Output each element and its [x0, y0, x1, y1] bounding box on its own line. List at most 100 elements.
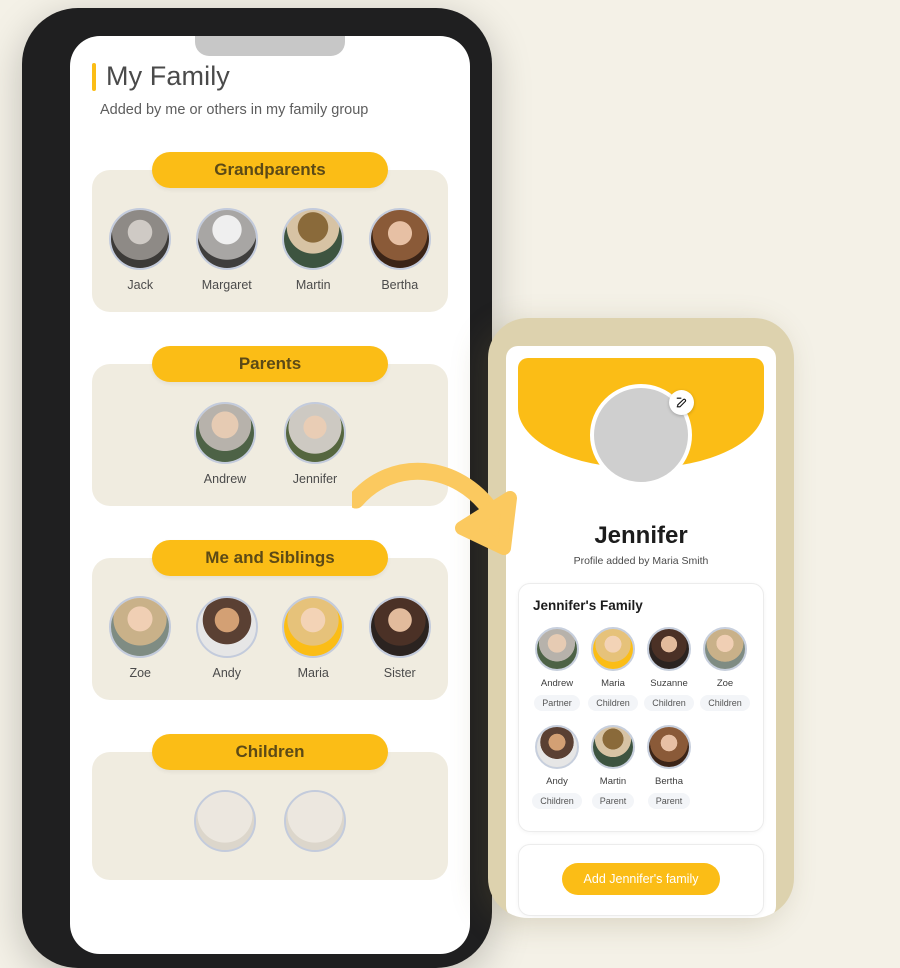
avatar[interactable] [647, 725, 691, 769]
avatar[interactable] [282, 207, 345, 270]
avatar-image [284, 209, 343, 268]
avatar-image [370, 209, 429, 268]
member-name: Andrew [540, 678, 574, 689]
family-member[interactable]: Zoe [106, 595, 175, 680]
family-member[interactable]: Margaret [193, 207, 262, 292]
member-relation-chip: Children [644, 695, 694, 711]
avatar-image [197, 209, 256, 268]
avatar-image [649, 727, 689, 767]
avatar-image [196, 791, 254, 850]
avatar-image [537, 629, 577, 669]
family-member[interactable]: Martin [279, 207, 348, 292]
family-member[interactable]: Andy [193, 595, 262, 680]
avatar[interactable] [195, 595, 258, 658]
member-name: Suzanne [650, 678, 688, 689]
avatar[interactable] [284, 401, 346, 464]
family-member[interactable]: Jack [106, 207, 175, 292]
group-avatars-row [106, 789, 434, 860]
member-relation-chip: Children [700, 695, 750, 711]
member-name: Zoe [716, 678, 734, 689]
family-member[interactable]: Andrew Partner [529, 627, 585, 711]
avatar-image [197, 597, 256, 656]
group-label-pill[interactable]: Children [152, 733, 388, 770]
group-card: Jack Margaret Martin Bertha [92, 169, 448, 312]
family-group: Me and Siblings Zoe Andy Maria Sister [92, 539, 448, 700]
family-member[interactable]: Bertha [366, 207, 435, 292]
avatar[interactable] [703, 627, 747, 671]
member-name: Jack [127, 277, 154, 292]
member-name: Andy [212, 665, 242, 680]
profile-added-by: Profile added by Maria Smith [573, 555, 709, 567]
avatar[interactable] [591, 627, 635, 671]
family-card: Jennifer's Family Andrew Partner Maria Chil… [518, 583, 764, 832]
avatar[interactable] [109, 207, 172, 270]
avatar-image [370, 597, 429, 656]
member-relation-chip: Parent [647, 793, 691, 809]
family-group: Parents Andrew Jennifer [92, 345, 448, 506]
member-relation-chip: Parent [591, 793, 635, 809]
member-name: Sister [383, 665, 416, 680]
family-group: Grandparents Jack Margaret Martin Bertha [92, 151, 448, 312]
avatar-image [111, 597, 170, 656]
profile-name: Jennifer [594, 522, 688, 549]
pencil-edit-glyph [676, 397, 687, 408]
member-relation-chip: Children [588, 695, 638, 711]
family-member[interactable] [189, 789, 261, 860]
avatar[interactable] [368, 595, 431, 658]
group-card: Andrew Jennifer [92, 363, 448, 506]
avatar-image [286, 403, 344, 462]
add-family-button[interactable]: Add Jennifer's family [561, 863, 721, 895]
family-member[interactable]: Maria Children [585, 627, 641, 711]
member-name: Bertha [381, 277, 419, 292]
page-subtitle: Added by me or others in my family group [100, 101, 369, 118]
avatar[interactable] [109, 595, 172, 658]
family-member[interactable]: Sister [366, 595, 435, 680]
phone-back-screen: My Family Added by me or others in my fa… [70, 36, 470, 954]
family-member-grid: Andrew Partner Maria Children Suzanne Childre… [529, 627, 753, 819]
family-member[interactable]: Bertha Parent [641, 725, 697, 809]
profile-avatar-wrap[interactable] [590, 384, 694, 486]
family-member[interactable]: Jennifer [279, 401, 351, 486]
avatar[interactable] [535, 627, 579, 671]
family-member[interactable] [279, 789, 351, 860]
member-name: Martin [295, 277, 331, 292]
group-avatars-row: Jack Margaret Martin Bertha [106, 207, 435, 292]
member-name: Maria [297, 665, 329, 680]
family-member[interactable]: Suzanne Children [641, 627, 697, 711]
group-label-pill[interactable]: Parents [152, 345, 388, 382]
family-member[interactable]: Maria [279, 595, 348, 680]
family-section-title: Jennifer's Family [533, 598, 643, 613]
family-member[interactable]: Andrew [189, 401, 261, 486]
member-name: Margaret [201, 277, 252, 292]
profile-screen[interactable]: Jennifer Profile added by Maria Smith Je… [506, 346, 776, 918]
phone-front-screen: Jennifer Profile added by Maria Smith Je… [506, 346, 776, 918]
avatar[interactable] [194, 789, 256, 852]
pencil-edit-icon[interactable] [669, 390, 694, 415]
member-name: Andy [546, 776, 568, 787]
profile-header [518, 358, 764, 518]
avatar[interactable] [195, 207, 258, 270]
phone-back-frame: My Family Added by me or others in my fa… [22, 8, 492, 968]
family-member[interactable]: Martin Parent [585, 725, 641, 809]
group-label-pill[interactable]: Grandparents [152, 151, 388, 188]
avatar[interactable] [591, 725, 635, 769]
group-card: Zoe Andy Maria Sister [92, 557, 448, 700]
avatar[interactable] [282, 595, 345, 658]
avatar[interactable] [368, 207, 431, 270]
avatar[interactable] [194, 401, 256, 464]
page-title-row: My Family [92, 61, 448, 92]
avatar-image [196, 403, 254, 462]
avatar-image [705, 629, 745, 669]
member-name: Martin [599, 776, 627, 787]
family-member[interactable]: Andy Children [529, 725, 585, 809]
add-family-card: Add Jennifer's family [518, 844, 764, 916]
my-family-screen[interactable]: My Family Added by me or others in my fa… [70, 36, 470, 954]
avatar[interactable] [284, 789, 346, 852]
member-name: Maria [601, 678, 625, 689]
avatar[interactable] [647, 627, 691, 671]
member-name: Zoe [129, 665, 152, 680]
family-member[interactable]: Zoe Children [697, 627, 753, 711]
group-label-pill[interactable]: Me and Siblings [152, 539, 388, 576]
member-relation-chip: Children [532, 793, 582, 809]
avatar[interactable] [535, 725, 579, 769]
